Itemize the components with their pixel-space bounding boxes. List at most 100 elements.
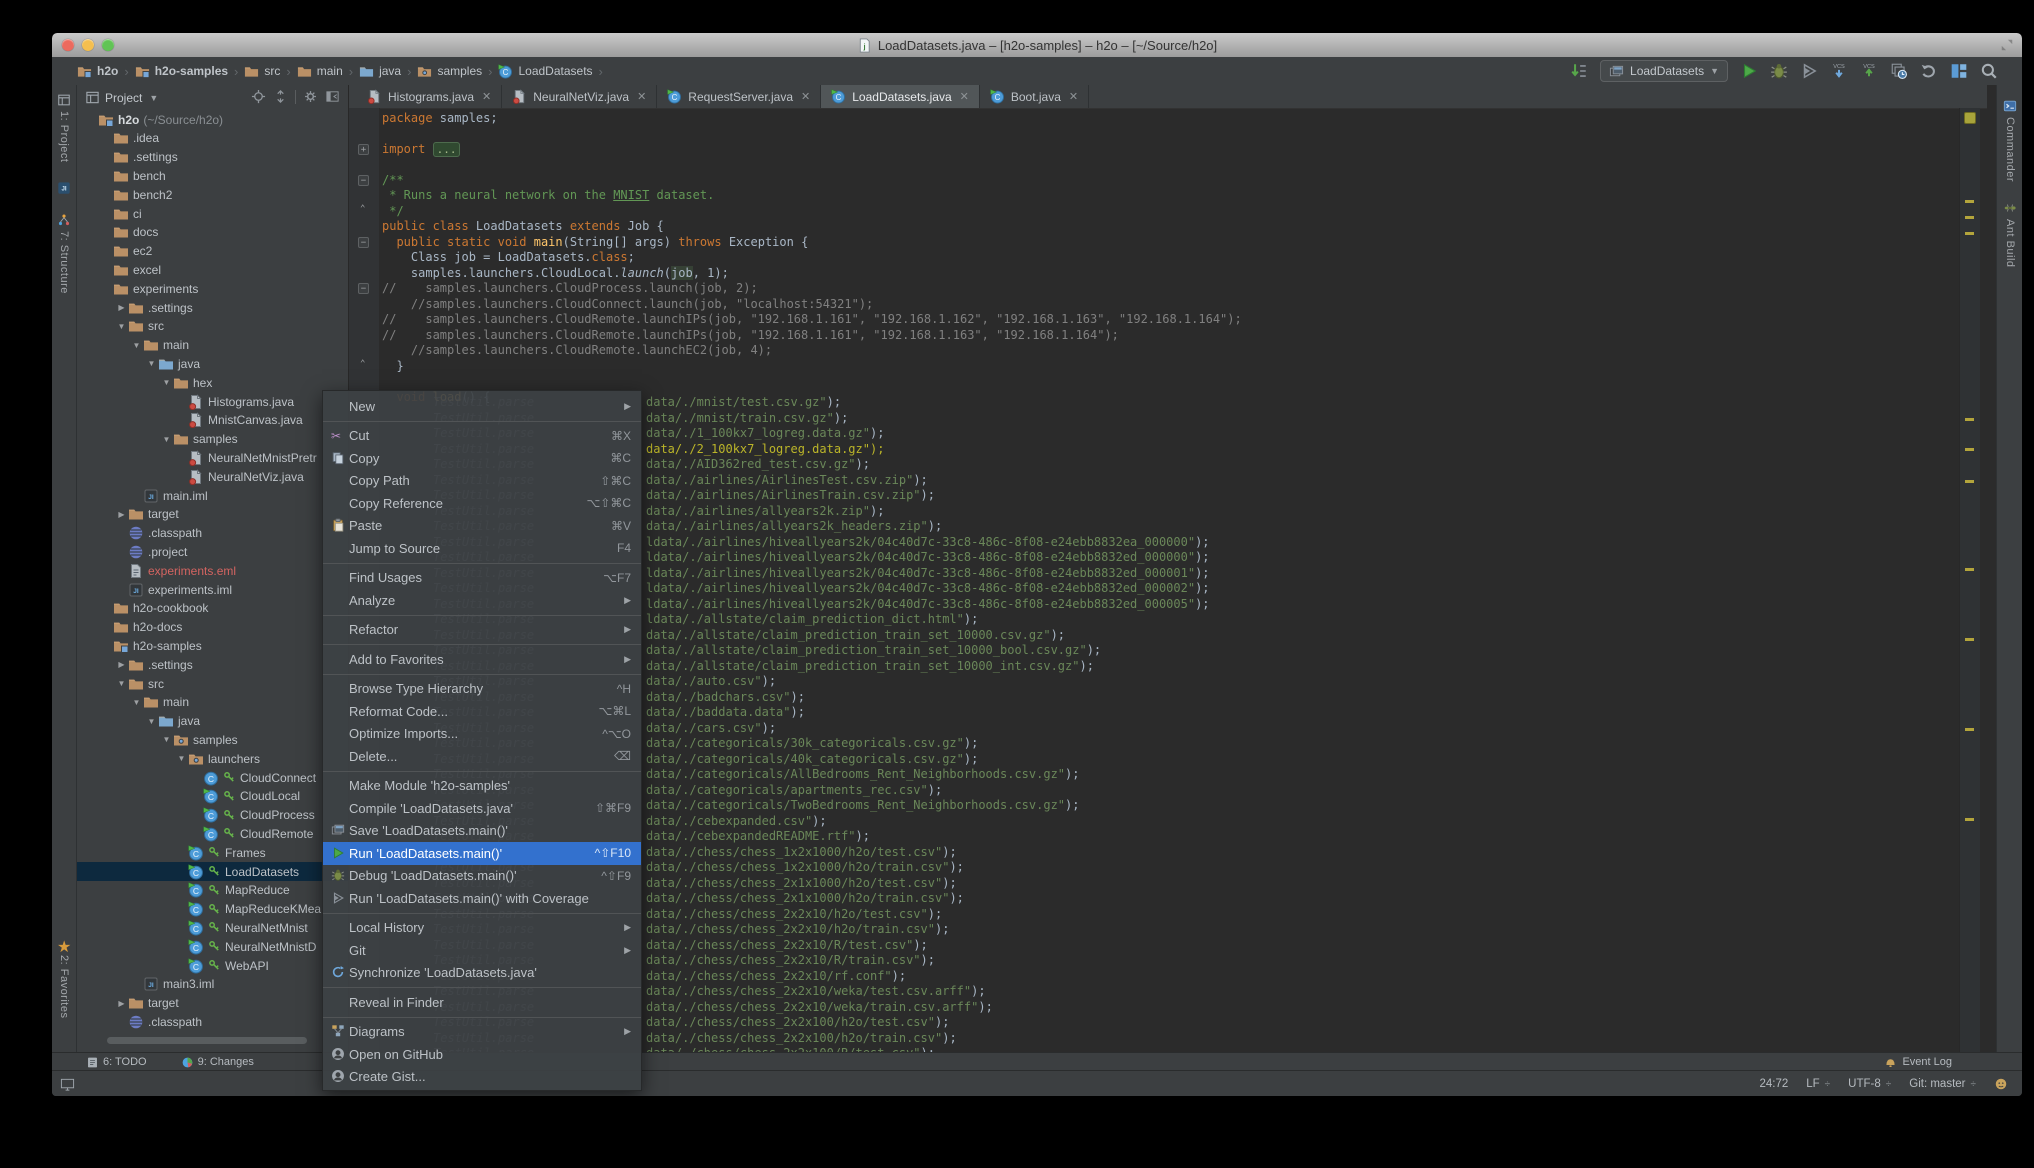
menu-item-optimize-imports-[interactable]: Optimize Imports...^⌥O [323, 723, 641, 746]
tree-item-experiments.eml[interactable]: experiments.eml [77, 561, 348, 580]
tree-expanded-icon[interactable]: ▼ [160, 378, 173, 387]
tree-collapsed-icon[interactable]: ▶ [115, 303, 128, 312]
tab-NeuralNetViz.java[interactable]: NeuralNetViz.java✕ [502, 85, 657, 108]
menu-item-make-module-h2o-samples-[interactable]: Make Module 'h2o-samples' [323, 775, 641, 798]
tree-collapsed-icon[interactable]: ▶ [115, 999, 128, 1008]
tree-item-h2o-docs[interactable]: h2o-docs [77, 618, 348, 637]
tool-stripe-button-Commander[interactable]: Commander [1997, 99, 2022, 182]
tree-item-main3.iml[interactable]: JImain3.iml [77, 975, 348, 994]
hide-panel-icon[interactable] [325, 89, 340, 104]
tree-item-.settings[interactable]: .settings [77, 148, 348, 167]
tree-item-target[interactable]: ▶target [77, 994, 348, 1013]
tree-item-bench2[interactable]: bench2 [77, 185, 348, 204]
menu-item-open-on-github[interactable]: Open on GitHub [323, 1043, 641, 1066]
menu-item-delete-[interactable]: Delete...⌫ [323, 745, 641, 768]
menu-item-local-history[interactable]: Local History▶ [323, 917, 641, 940]
tree-expanded-icon[interactable]: ▼ [175, 754, 188, 763]
fullscreen-icon[interactable] [2000, 38, 2014, 52]
horizontal-scrollbar[interactable] [107, 1037, 307, 1044]
tab-close-icon[interactable]: ✕ [482, 90, 491, 103]
tree-item-NeuralNetMnistPretr[interactable]: NeuralNetMnistPretr [77, 448, 348, 467]
line-separator-widget[interactable]: LF ÷ [1806, 1078, 1830, 1090]
caret-position-widget[interactable]: 24:72 [1759, 1078, 1788, 1090]
error-stripe-mark[interactable] [1965, 568, 1974, 571]
tree-item-ci[interactable]: ci [77, 204, 348, 223]
fold-collapse-icon[interactable]: − [358, 237, 369, 248]
tree-item-hex[interactable]: ▼hex [77, 373, 348, 392]
tree-item-samples[interactable]: ▼samples [77, 430, 348, 449]
minimize-window-button[interactable] [82, 39, 94, 51]
tool-stripe-button-ij-badge[interactable]: JI [52, 181, 76, 195]
vcs-update-button[interactable]: VCS [1830, 62, 1848, 80]
tree-item-.classpath[interactable]: .classpath [77, 524, 348, 543]
menu-item-new[interactable]: New▶ [323, 395, 641, 418]
menu-item-copy-reference[interactable]: Copy Reference⌥⇧⌘C [323, 492, 641, 515]
breadcrumb-item-src[interactable]: src [241, 64, 283, 79]
menu-item-git[interactable]: Git▶ [323, 939, 641, 962]
menu-item-jump-to-source[interactable]: Jump to SourceF4 [323, 537, 641, 560]
breadcrumb-item-main[interactable]: main [294, 64, 346, 79]
breadcrumb-item-h2o[interactable]: h2o [74, 64, 121, 79]
fold-expand-icon[interactable]: + [358, 144, 369, 155]
hector-inspection-icon[interactable] [1994, 1077, 2008, 1091]
error-stripe-mark[interactable] [1965, 480, 1974, 483]
tab-RequestServer.java[interactable]: CRequestServer.java✕ [657, 85, 821, 108]
search-everywhere-button[interactable] [1980, 62, 1998, 80]
tree-item-ec2[interactable]: ec2 [77, 242, 348, 261]
tree-item-.idea[interactable]: .idea [77, 129, 348, 148]
error-stripe-mark[interactable] [1965, 818, 1974, 821]
run-button[interactable] [1740, 62, 1758, 80]
tool-stripe-button-1: Project[interactable]: 1: Project [52, 93, 76, 162]
toggle-stripes-icon[interactable] [60, 1077, 75, 1092]
menu-item-diagrams[interactable]: Diagrams▶ [323, 1021, 641, 1044]
tree-expanded-icon[interactable]: ▼ [115, 679, 128, 688]
menu-item-paste[interactable]: Paste⌘V [323, 515, 641, 538]
error-stripe-mark[interactable] [1965, 728, 1974, 731]
menu-item-compile-loaddatasets-java-[interactable]: Compile 'LoadDatasets.java'⇧⌘F9 [323, 797, 641, 820]
tree-expanded-icon[interactable]: ▼ [160, 435, 173, 444]
tree-item-java[interactable]: ▼java [77, 354, 348, 373]
menu-item-analyze[interactable]: Analyze▶ [323, 589, 641, 612]
menu-item-reformat-code-[interactable]: Reformat Code...⌥⌘L [323, 700, 641, 723]
breadcrumb-item-h2o-samples[interactable]: h2o-samples [132, 64, 231, 79]
tool-stripe-button-2: Favorites[interactable]: ★2: Favorites [52, 937, 76, 1018]
tool-stripe-button-Ant Build[interactable]: Ant Build [1997, 201, 2022, 268]
tool-window-todo[interactable]: 6: TODO [86, 1056, 147, 1069]
tree-item-CloudConnect[interactable]: CCloudConnect [77, 768, 348, 787]
breadcrumb-item-LoadDatasets[interactable]: CLoadDatasets [495, 64, 595, 79]
tree-item-CloudProcess[interactable]: CCloudProcess [77, 806, 348, 825]
tab-close-icon[interactable]: ✕ [1069, 90, 1078, 103]
project-panel-header[interactable]: Project ▼ [77, 85, 348, 110]
tree-item-samples[interactable]: ▼samples [77, 730, 348, 749]
coverage-button[interactable] [1800, 62, 1818, 80]
tree-item-src[interactable]: ▼src [77, 674, 348, 693]
menu-item-copy-path[interactable]: Copy Path⇧⌘C [323, 470, 641, 493]
tree-item-MapReduce[interactable]: CMapReduce [77, 881, 348, 900]
error-stripe-mark[interactable] [1965, 232, 1974, 235]
tree-item-LoadDatasets[interactable]: CLoadDatasets [77, 862, 348, 881]
tree-item-.classpath[interactable]: .classpath [77, 1012, 348, 1031]
tree-item-.settings[interactable]: ▶.settings [77, 298, 348, 317]
tree-item-bench[interactable]: bench [77, 166, 348, 185]
run-configuration-select[interactable]: LoadDatasets ▼ [1600, 60, 1728, 82]
menu-item-run-loaddatasets-main-with-coverage[interactable]: Run 'LoadDatasets.main()' with Coverage [323, 887, 641, 910]
tree-item-experiments[interactable]: experiments [77, 279, 348, 298]
close-window-button[interactable] [62, 39, 74, 51]
tree-item-launchers[interactable]: ▼launchers [77, 749, 348, 768]
event-log-button[interactable]: Event Log [1884, 1056, 1952, 1069]
tree-item-h2o-cookbook[interactable]: h2o-cookbook [77, 599, 348, 618]
tree-item-target[interactable]: ▶target [77, 505, 348, 524]
tree-item-excel[interactable]: excel [77, 260, 348, 279]
fold-collapse-icon[interactable]: − [358, 283, 369, 294]
menu-item-copy[interactable]: Copy⌘C [323, 447, 641, 470]
tool-stripe-button-7: Structure[interactable]: 7: Structure [52, 213, 76, 294]
debug-button[interactable] [1770, 62, 1788, 80]
tree-item-Frames[interactable]: CFrames [77, 843, 348, 862]
vcs-commit-button[interactable]: VCS [1860, 62, 1878, 80]
tree-expanded-icon[interactable]: ▼ [145, 359, 158, 368]
fold-end-icon[interactable]: ⌃ [360, 204, 365, 214]
tree-item-NeuralNetMnist[interactable]: CNeuralNetMnist [77, 918, 348, 937]
error-stripe-mark[interactable] [1965, 200, 1974, 203]
tree-item-CloudRemote[interactable]: CCloudRemote [77, 824, 348, 843]
error-stripe-mark[interactable] [1965, 216, 1974, 219]
